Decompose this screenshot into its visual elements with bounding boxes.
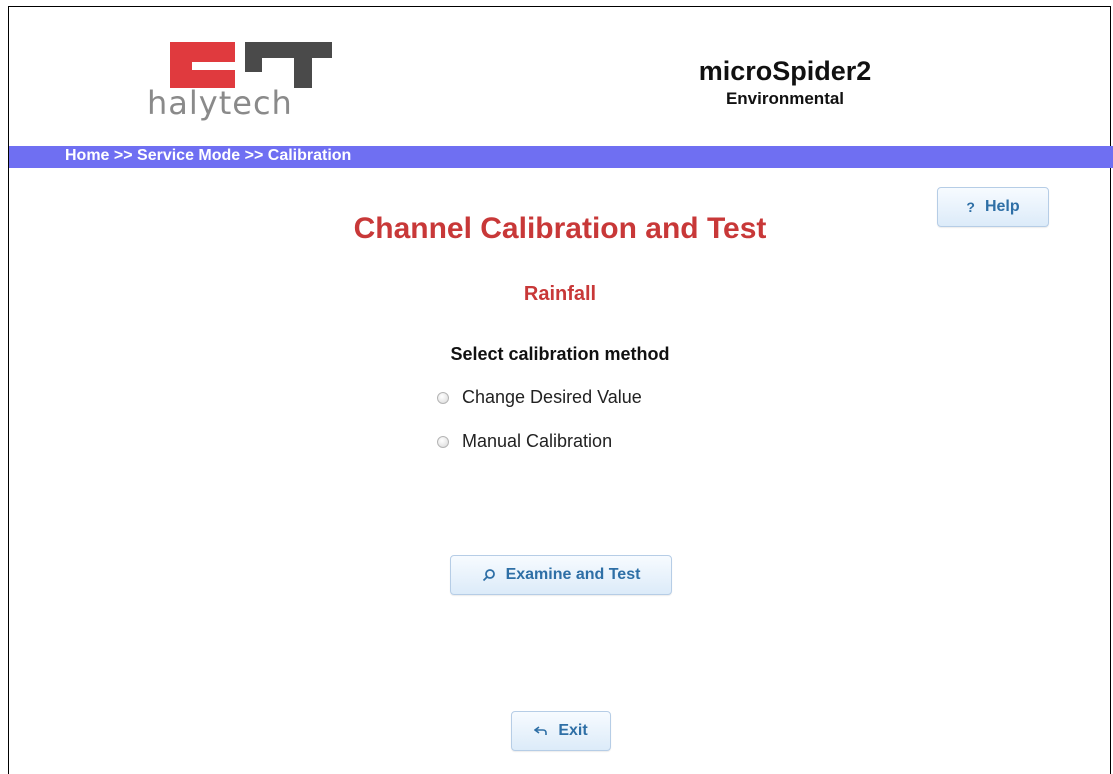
back-arrow-icon [534,726,548,735]
page-title: Channel Calibration and Test [353,212,767,245]
logo-text: halytech [147,84,293,122]
search-icon [482,569,495,582]
radio-button[interactable] [437,435,449,448]
help-button-label: Help [984,198,1020,215]
exit-button[interactable]: Exit [511,711,611,751]
exit-button-label: Exit [558,722,588,739]
examine-button-label: Examine and Test [505,566,641,583]
radio-button[interactable] [437,391,449,404]
help-button[interactable]: ? Help [937,187,1049,227]
option-change-desired-value[interactable]: Change Desired Value [437,387,642,408]
option-manual-calibration[interactable]: Manual Calibration [437,431,612,452]
calibration-method-heading: Select calibration method [450,344,670,364]
product-header: microSpider2 Environmental [690,56,880,109]
option-label: Manual Calibration [462,431,613,451]
product-name: microSpider2 [698,56,872,86]
channel-name: Rainfall [523,283,597,305]
product-subtitle: Environmental [725,89,845,108]
examine-and-test-button[interactable]: Examine and Test [450,555,672,595]
breadcrumb[interactable]: Home >> Service Mode >> Calibration [65,147,351,165]
option-label: Change Desired Value [462,387,642,407]
question-icon: ? [966,199,975,215]
